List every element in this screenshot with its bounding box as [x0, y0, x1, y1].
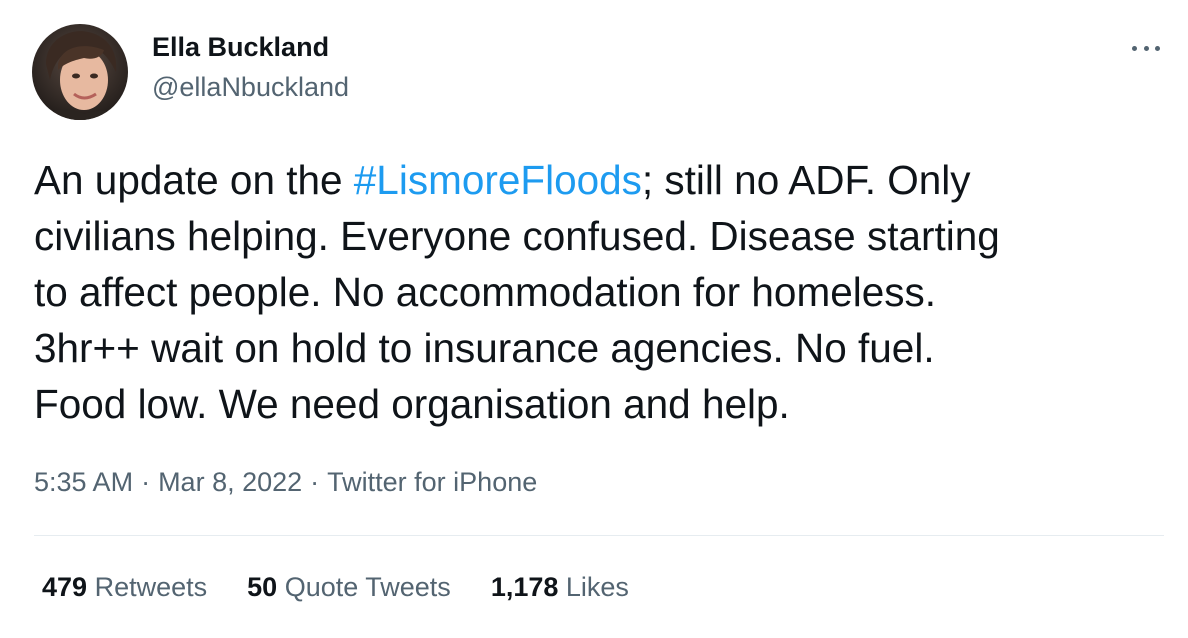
more-dots-icon[interactable]: [1132, 34, 1160, 62]
avatar[interactable]: [32, 24, 128, 120]
likes-count: 1,178: [490, 572, 559, 602]
tweet-text-line: 3hr++ wait on hold to insurance agencies…: [34, 325, 935, 371]
tweet-text-line: to affect people. No accommodation for h…: [34, 269, 936, 315]
divider: [34, 535, 1164, 536]
quote-tweets-stat[interactable]: 50 Quote Tweets: [247, 568, 451, 606]
tweet-meta: 5:35 AM · Mar 8, 2022 · Twitter for iPhone: [34, 464, 537, 500]
meta-separator: ·: [141, 467, 151, 497]
tweet-stats: 479 Retweets 50 Quote Tweets 1,178 Likes: [42, 568, 669, 606]
dot: [1155, 45, 1160, 51]
retweets-count: 479: [42, 572, 88, 602]
dot: [1132, 45, 1137, 51]
dot: [1143, 45, 1149, 51]
tweet-text-line: Food low. We need organisation and help.: [34, 381, 790, 427]
tweet-date[interactable]: Mar 8, 2022: [158, 467, 302, 497]
tweet-source[interactable]: Twitter for iPhone: [327, 467, 537, 497]
tweet-text-line: civilians helping. Everyone confused. Di…: [34, 213, 1000, 259]
author-handle[interactable]: @ellaNbuckland: [152, 70, 349, 104]
tweet-card: Ella Buckland @ellaNbuckland An update o…: [0, 0, 1188, 638]
hashtag-link[interactable]: #LismoreFloods: [354, 157, 642, 203]
tweet-time[interactable]: 5:35 AM: [34, 467, 133, 497]
quote-tweets-label: Quote Tweets: [284, 572, 451, 602]
likes-label: Likes: [565, 572, 629, 602]
retweets-label: Retweets: [94, 572, 208, 602]
quote-tweets-count: 50: [247, 572, 278, 602]
author-display-name[interactable]: Ella Buckland: [152, 30, 349, 64]
retweets-stat[interactable]: 479 Retweets: [42, 568, 207, 606]
author-block: Ella Buckland @ellaNbuckland: [152, 30, 349, 104]
tweet-text: An update on the #LismoreFloods; still n…: [34, 152, 1164, 432]
likes-stat[interactable]: 1,178 Likes: [491, 568, 629, 606]
tweet-text-segment: ; still no ADF. Only: [641, 157, 971, 203]
tweet-text-line: An update on the #LismoreFloods; still n…: [34, 152, 1164, 208]
meta-separator: ·: [310, 467, 320, 497]
avatar-image: [32, 24, 128, 120]
tweet-text-segment: An update on the: [34, 157, 354, 203]
